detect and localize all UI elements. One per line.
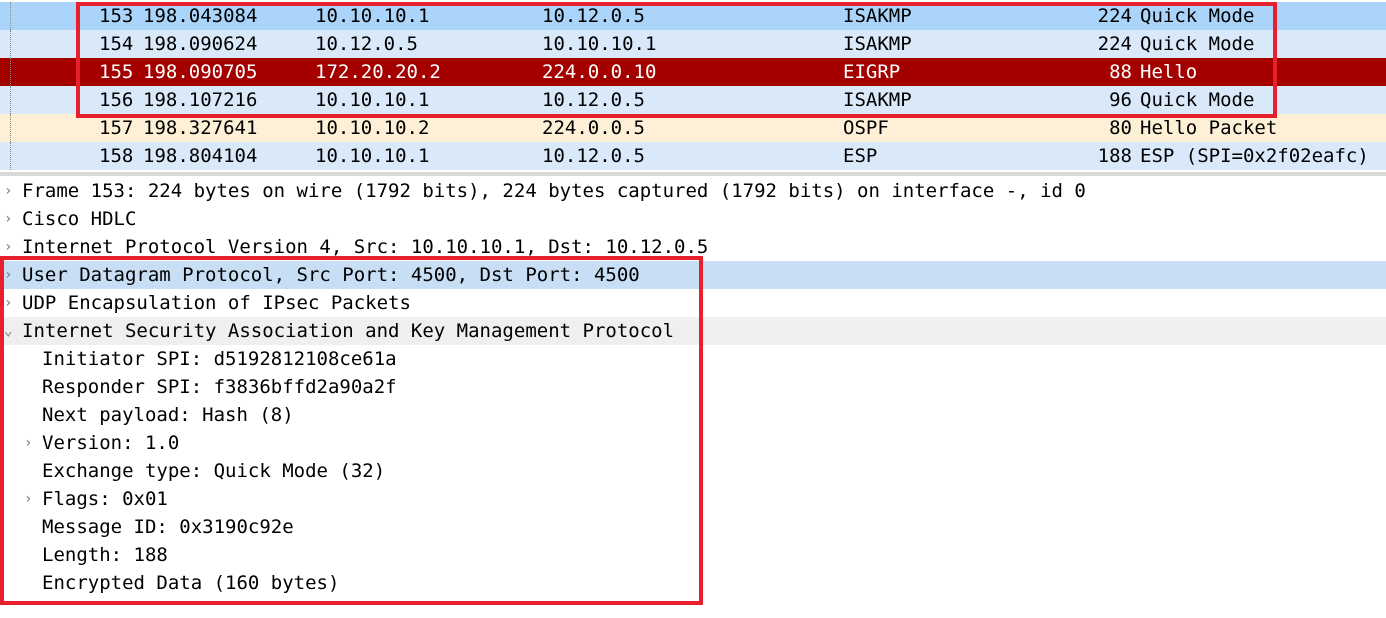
- packet-number: 153: [99, 5, 134, 27]
- packet-length: 224: [1097, 5, 1132, 27]
- packet-source: 10.10.10.1: [315, 145, 430, 167]
- expand-chevron-icon[interactable]: ›: [4, 289, 12, 317]
- packet-length: 80: [1109, 117, 1132, 139]
- packet-info: Quick Mode: [1140, 89, 1255, 111]
- detail-text: Next payload: Hash (8): [42, 404, 294, 426]
- packet-row[interactable]: 157 198.327641 10.10.10.2 224.0.0.5 OSPF 80 He…: [0, 114, 1386, 142]
- expand-chevron-icon[interactable]: ›: [4, 233, 12, 261]
- detail-tree-subitem[interactable]: Exchange type: Quick Mode (32): [0, 457, 1386, 485]
- related-packet-line: [10, 2, 11, 30]
- detail-tree-item[interactable]: › Internet Protocol Version 4, Src: 10.10…: [0, 233, 1386, 261]
- packet-info: ESP (SPI=0x2f02eafc): [1140, 145, 1369, 167]
- packet-source: 10.10.10.1: [315, 5, 430, 27]
- packet-time: 198.327641: [143, 117, 258, 139]
- detail-tree-subitem[interactable]: › Version: 1.0: [0, 429, 1386, 457]
- packet-protocol: OSPF: [843, 117, 889, 139]
- detail-text: UDP Encapsulation of IPsec Packets: [22, 292, 411, 314]
- detail-tree-item[interactable]: › Frame 153: 224 bytes on wire (1792 bits…: [0, 177, 1386, 205]
- packet-destination: 10.10.10.1: [542, 33, 657, 55]
- detail-tree-item[interactable]: ⌄ Internet Security Association and Key M…: [0, 317, 1386, 345]
- detail-tree-subitem[interactable]: Message ID: 0x3190c92e: [0, 513, 1386, 541]
- packet-number: 156: [99, 89, 134, 111]
- packet-destination: 224.0.0.5: [542, 117, 645, 139]
- packet-row[interactable]: 156 198.107216 10.10.10.1 10.12.0.5 ISAKMP 96…: [0, 86, 1386, 114]
- packet-protocol: ISAKMP: [843, 89, 912, 111]
- expand-chevron-icon[interactable]: ›: [24, 429, 32, 457]
- packet-row[interactable]: 154 198.090624 10.12.0.5 10.10.10.1 ISAKMP 22…: [0, 30, 1386, 58]
- packet-info: Quick Mode: [1140, 33, 1255, 55]
- detail-text: Frame 153: 224 bytes on wire (1792 bits)…: [22, 180, 1086, 202]
- packet-row[interactable]: 155 198.090705 172.20.20.2 224.0.0.10 EIGRP 8…: [0, 58, 1386, 86]
- detail-text: Responder SPI: f3836bffd2a90a2f: [42, 376, 397, 398]
- packet-protocol: ESP: [843, 145, 878, 167]
- related-packet-line: [10, 114, 11, 142]
- packet-time: 198.090705: [143, 61, 258, 83]
- related-packet-line: [10, 86, 11, 114]
- packet-destination: 10.12.0.5: [542, 5, 645, 27]
- packet-source: 10.10.10.2: [315, 117, 430, 139]
- related-packet-line: [10, 58, 11, 86]
- packet-info: Quick Mode: [1140, 5, 1255, 27]
- packet-destination: 10.12.0.5: [542, 145, 645, 167]
- packet-number: 157: [99, 117, 134, 139]
- related-packet-line: [10, 142, 11, 170]
- detail-text: Internet Protocol Version 4, Src: 10.10.…: [22, 236, 709, 258]
- detail-text: User Datagram Protocol, Src Port: 4500, …: [22, 264, 640, 286]
- packet-list: 153 198.043084 10.10.10.1 10.12.0.5 ISAKMP 22…: [0, 0, 1386, 172]
- detail-tree-item[interactable]: › UDP Encapsulation of IPsec Packets: [0, 289, 1386, 317]
- detail-text: Message ID: 0x3190c92e: [42, 516, 294, 538]
- detail-text: Length: 188: [42, 544, 168, 566]
- packet-length: 88: [1109, 61, 1132, 83]
- packet-source: 172.20.20.2: [315, 61, 441, 83]
- packet-destination: 10.12.0.5: [542, 89, 645, 111]
- expand-chevron-icon[interactable]: ›: [4, 177, 12, 205]
- detail-tree-item[interactable]: › Cisco HDLC: [0, 205, 1386, 233]
- detail-text: Internet Security Association and Key Ma…: [22, 320, 675, 342]
- packet-time: 198.804104: [143, 145, 258, 167]
- pane-divider[interactable]: [0, 172, 1386, 176]
- expand-chevron-icon[interactable]: ›: [24, 485, 32, 513]
- detail-tree-subitem[interactable]: Length: 188: [0, 541, 1386, 569]
- packet-info: Hello Packet: [1140, 117, 1278, 139]
- packet-length: 188: [1097, 145, 1132, 167]
- packet-protocol: ISAKMP: [843, 5, 912, 27]
- packet-length: 96: [1109, 89, 1132, 111]
- packet-source: 10.10.10.1: [315, 89, 430, 111]
- packet-time: 198.043084: [143, 5, 258, 27]
- packet-number: 155: [99, 61, 134, 83]
- packet-destination: 224.0.0.10: [542, 61, 657, 83]
- packet-time: 198.107216: [143, 89, 258, 111]
- collapse-chevron-icon[interactable]: ⌄: [4, 317, 12, 345]
- expand-chevron-icon[interactable]: ›: [4, 261, 12, 289]
- packet-protocol: EIGRP: [843, 61, 901, 83]
- detail-tree-item[interactable]: › User Datagram Protocol, Src Port: 4500,…: [0, 261, 1386, 289]
- expand-chevron-icon[interactable]: ›: [4, 205, 12, 233]
- packet-protocol: ISAKMP: [843, 33, 912, 55]
- packet-row[interactable]: 153 198.043084 10.10.10.1 10.12.0.5 ISAKMP 22…: [0, 2, 1386, 30]
- detail-text: Flags: 0x01: [42, 488, 168, 510]
- detail-text: Initiator SPI: d5192812108ce61a: [42, 348, 397, 370]
- detail-text: Cisco HDLC: [22, 208, 137, 230]
- detail-tree-subitem[interactable]: Next payload: Hash (8): [0, 401, 1386, 429]
- detail-tree-subitem[interactable]: Initiator SPI: d5192812108ce61a: [0, 345, 1386, 373]
- detail-tree-subitem[interactable]: Responder SPI: f3836bffd2a90a2f: [0, 373, 1386, 401]
- detail-tree-subitem[interactable]: › Flags: 0x01: [0, 485, 1386, 513]
- packet-time: 198.090624: [143, 33, 258, 55]
- detail-text: Encrypted Data (160 bytes): [42, 572, 340, 594]
- packet-length: 224: [1097, 33, 1132, 55]
- packet-info: Hello: [1140, 61, 1198, 83]
- detail-text: Version: 1.0: [42, 432, 180, 454]
- packet-source: 10.12.0.5: [315, 33, 418, 55]
- related-packet-line: [10, 30, 11, 58]
- packet-number: 154: [99, 33, 134, 55]
- packet-row[interactable]: 158 198.804104 10.10.10.1 10.12.0.5 ESP 188 ES…: [0, 142, 1386, 170]
- detail-text: Exchange type: Quick Mode (32): [42, 460, 386, 482]
- packet-number: 158: [99, 145, 134, 167]
- detail-tree-subitem[interactable]: Encrypted Data (160 bytes): [0, 569, 1386, 597]
